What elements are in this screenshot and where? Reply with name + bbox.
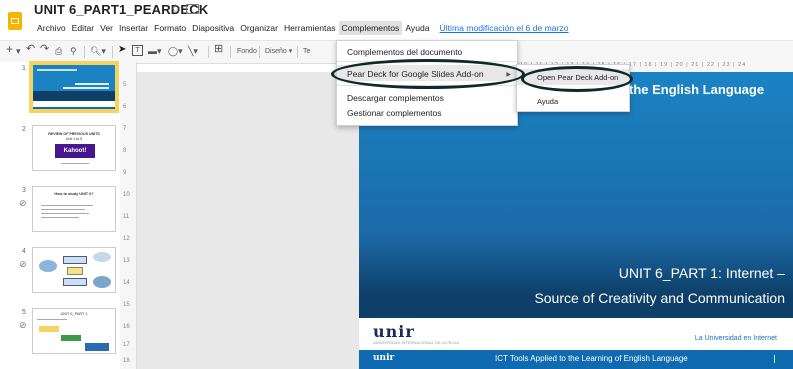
slide-subtitle-line1[interactable]: UNIT 6_PART 1: Internet –	[619, 265, 785, 281]
undo-icon[interactable]: ↶	[26, 43, 35, 55]
slide-number: 2	[22, 126, 26, 133]
thumbnail-title: REVIEW OF PREVIOUS UNITS	[48, 132, 100, 136]
ruler-tick: 12	[123, 236, 130, 242]
footer-text: ICT Tools Applied to the Learning of Eng…	[495, 354, 688, 363]
menu-editar[interactable]: Editar	[69, 21, 97, 35]
menu-archivo[interactable]: Archivo	[34, 21, 69, 35]
footer-unir-logo: unir	[373, 353, 395, 363]
star-icon[interactable]: ☆	[170, 1, 182, 17]
kahoot-badge: Kahoot!	[55, 144, 95, 158]
ruler-tick: 17	[123, 342, 130, 348]
layout-button[interactable]: Diseño ▾	[265, 46, 292, 58]
unir-logo: unir	[373, 322, 415, 341]
toolbar-divider	[84, 46, 85, 58]
slide-filmstrip: 1 2 REVIEW OF PREVIOUS UNITS Unit 1 to 5…	[0, 61, 121, 369]
link-icon: ⊘	[19, 198, 27, 208]
toolbar-divider	[259, 46, 260, 58]
ruler-tick: 13	[123, 258, 130, 264]
menu-bar: Archivo Editar Ver Insertar Formato Diap…	[34, 21, 572, 35]
toolbar-divider	[297, 46, 298, 58]
background-button[interactable]: Fondo	[237, 46, 257, 58]
menu-item-pear-deck-ayuda[interactable]: Ayuda	[537, 97, 558, 106]
slide-logo-band	[359, 318, 793, 350]
header: UNIT 6_PART1_PEARDECK ☆ Archivo Editar V…	[0, 0, 793, 40]
thumbnail-subtitle: Unit 1 to 5	[65, 137, 83, 141]
line-icon[interactable]: ╲▾	[188, 45, 198, 57]
folder-icon[interactable]	[186, 4, 199, 14]
thumbnail-title: UNIT 6_PART 1	[60, 312, 88, 316]
slide-number: 4	[22, 248, 26, 255]
document-title[interactable]: UNIT 6_PART1_PEARDECK	[34, 2, 208, 17]
menu-organizar[interactable]: Organizar	[237, 21, 281, 35]
new-slide-dropdown-icon[interactable]: ▾	[16, 45, 21, 57]
ruler-tick: 15	[123, 302, 130, 308]
menu-ayuda[interactable]: Ayuda	[402, 21, 432, 35]
ruler-tick: 10	[123, 192, 130, 198]
paint-format-icon[interactable]: ⚲	[70, 45, 77, 57]
highlight-ellipse-open-pear-deck	[521, 66, 633, 92]
menu-herramientas[interactable]: Herramientas	[281, 21, 339, 35]
thumbnail-title: How to study UNIT 6?	[54, 192, 94, 196]
ruler-tick: 16	[123, 324, 130, 330]
menu-formato[interactable]: Formato	[151, 21, 189, 35]
zoom-icon[interactable]: 🔍︎▾	[90, 45, 106, 57]
ruler-tick: 7	[123, 126, 127, 132]
toolbar-divider	[208, 46, 209, 58]
ruler-tick: 9	[123, 170, 127, 176]
theme-button[interactable]: Te	[303, 46, 310, 58]
menu-complementos[interactable]: Complementos	[338, 21, 403, 35]
menu-item-gestionar-complementos[interactable]: Gestionar complementos	[347, 108, 442, 118]
image-icon[interactable]: ▬▾	[148, 45, 162, 57]
menu-item-descargar-complementos[interactable]: Descargar complementos	[347, 93, 444, 103]
slide-thumbnail-4[interactable]	[32, 247, 116, 293]
ruler-tick: 11	[123, 214, 130, 220]
slide-thumbnail-1[interactable]	[29, 61, 119, 113]
unir-tagline: La Universidad en Internet	[694, 335, 777, 342]
ruler-tick: 18	[123, 358, 130, 364]
ruler-tick: 5	[123, 82, 127, 88]
slide-number: 3	[22, 187, 26, 194]
footer-divider	[774, 355, 775, 363]
link-icon: ⊘	[19, 259, 27, 269]
new-slide-icon[interactable]: +	[6, 43, 13, 55]
slide-number: 5	[22, 309, 26, 316]
select-cursor-icon[interactable]: ➤	[118, 44, 126, 56]
ruler-tick: 14	[123, 280, 130, 286]
shape-icon[interactable]: ◯▾	[168, 45, 183, 57]
vertical-ruler: 5 6 7 8 9 10 11 12 13 14 15 16 17 18	[120, 62, 137, 369]
toolbar-divider	[112, 46, 113, 58]
ruler-tick: 6	[123, 104, 127, 110]
menu-diapositiva[interactable]: Diapositiva	[189, 21, 237, 35]
slide-thumbnail-2[interactable]: REVIEW OF PREVIOUS UNITS Unit 1 to 5 Kah…	[32, 125, 116, 171]
print-icon[interactable]: ⎙	[55, 45, 62, 57]
menu-ver[interactable]: Ver	[97, 21, 116, 35]
menu-insertar[interactable]: Insertar	[116, 21, 151, 35]
text-box-icon[interactable]: T	[132, 45, 143, 56]
comment-icon[interactable]: ⊞	[214, 43, 223, 55]
menu-item-complementos-documento[interactable]: Complementos del documento	[347, 47, 462, 57]
link-icon: ⊘	[19, 320, 27, 330]
slide-subtitle-line2[interactable]: Source of Creativity and Communication	[534, 290, 785, 306]
slide-thumbnail-3[interactable]: How to study UNIT 6?	[32, 186, 116, 232]
slides-app-icon[interactable]	[8, 12, 22, 30]
highlight-ellipse-pear-deck	[331, 59, 525, 89]
slide-thumbnail-5[interactable]: UNIT 6_PART 1	[32, 308, 116, 354]
unir-logo-subtext: UNIVERSIDAD INTERNACIONAL DE LA RIOJA	[373, 340, 460, 345]
toolbar-divider	[230, 46, 231, 58]
redo-icon[interactable]: ↷	[40, 43, 49, 55]
ruler-tick: 8	[123, 148, 127, 154]
last-modified-link[interactable]: Última modificación el 6 de marzo	[437, 21, 572, 35]
slide-number: 1	[22, 65, 26, 72]
slide-title[interactable]: the English Language	[629, 82, 764, 97]
